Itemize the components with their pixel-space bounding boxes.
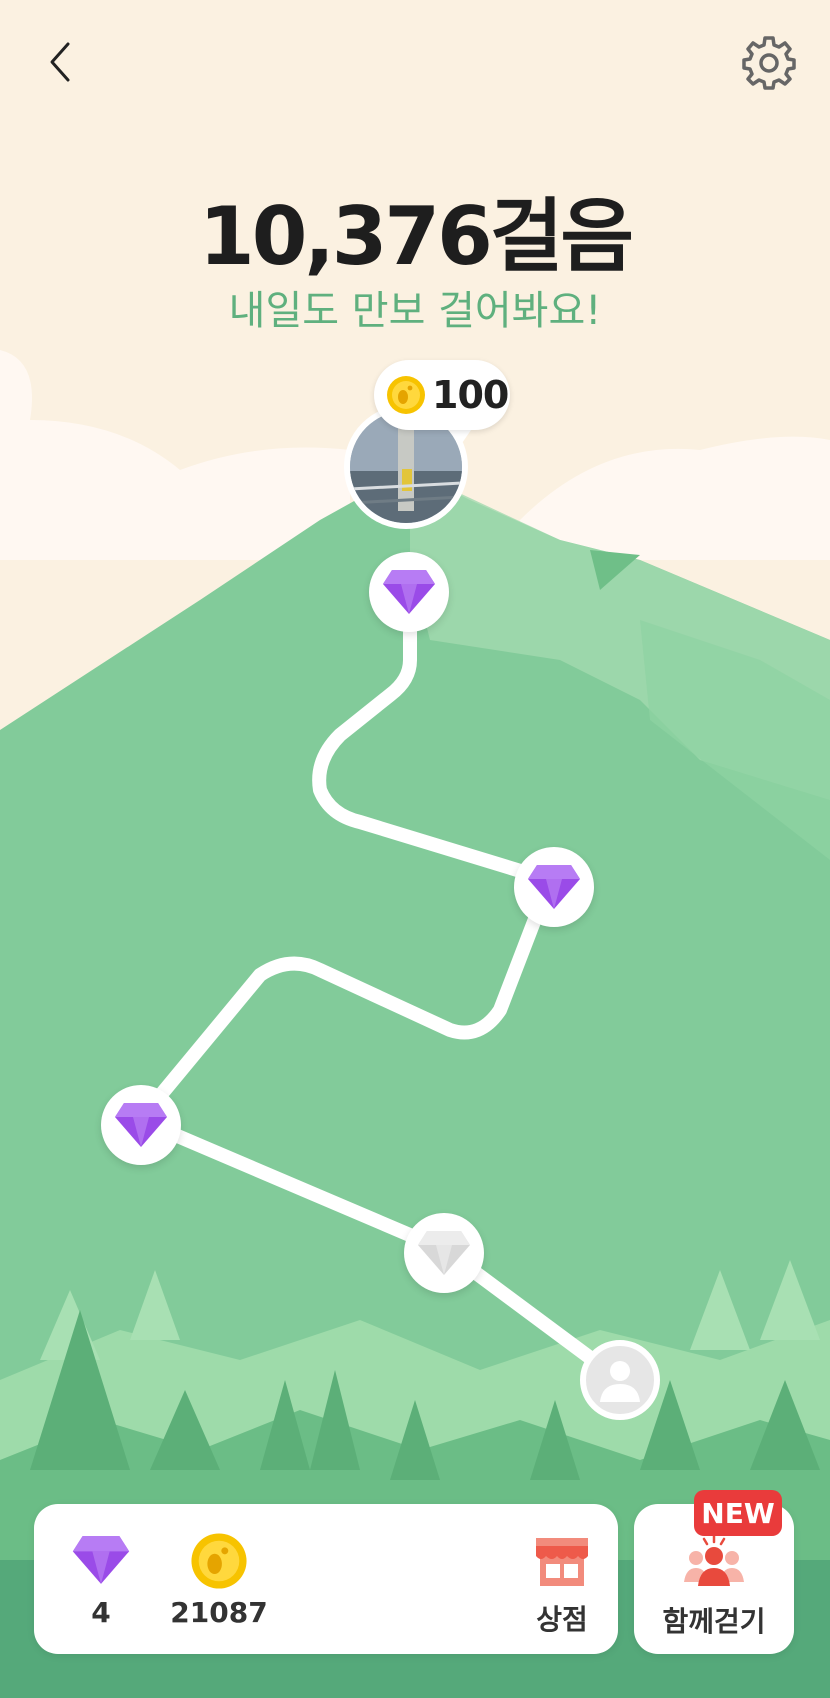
chevron-left-icon [50, 42, 70, 82]
encouragement-text: 내일도 만보 걸어봐요! [228, 288, 602, 334]
coin-reward-amount: 100 [432, 373, 509, 417]
store-icon [536, 1538, 588, 1586]
path-node-diamond-1[interactable] [369, 552, 449, 632]
footprint-coin-icon [191, 1533, 247, 1589]
wallet-card: 4 21087 상점 [34, 1504, 618, 1654]
diamond-icon [115, 1103, 167, 1147]
path-node-diamond-2[interactable] [514, 847, 594, 927]
walk-together-label: 함께걷기 [662, 1605, 766, 1638]
current-position-node[interactable] [580, 1340, 660, 1420]
path-node-diamond-locked[interactable] [404, 1213, 484, 1293]
diamond-icon [528, 865, 580, 909]
settings-button[interactable] [740, 32, 798, 90]
step-count: 10,376걸음 [199, 190, 634, 283]
coin-balance[interactable]: 21087 [164, 1532, 274, 1629]
diamond-icon [383, 570, 435, 614]
diamond-locked-icon [418, 1231, 470, 1275]
user-icon [600, 1361, 640, 1402]
gear-icon [742, 36, 796, 90]
diamond-count: 4 [91, 1596, 111, 1629]
people-icon [684, 1534, 744, 1586]
shop-button[interactable]: 상점 [522, 1534, 602, 1638]
top-bar [0, 0, 830, 130]
new-badge: NEW [694, 1490, 782, 1536]
diamond-balance[interactable]: 4 [62, 1534, 140, 1629]
footprint-coin-icon [387, 376, 425, 414]
coin-count: 21087 [170, 1596, 268, 1629]
coin-reward-bubble[interactable]: 100 [374, 360, 510, 430]
back-button[interactable] [30, 30, 90, 90]
shop-label: 상점 [536, 1603, 588, 1636]
diamond-icon [72, 1536, 130, 1584]
path-node-diamond-3[interactable] [101, 1085, 181, 1165]
